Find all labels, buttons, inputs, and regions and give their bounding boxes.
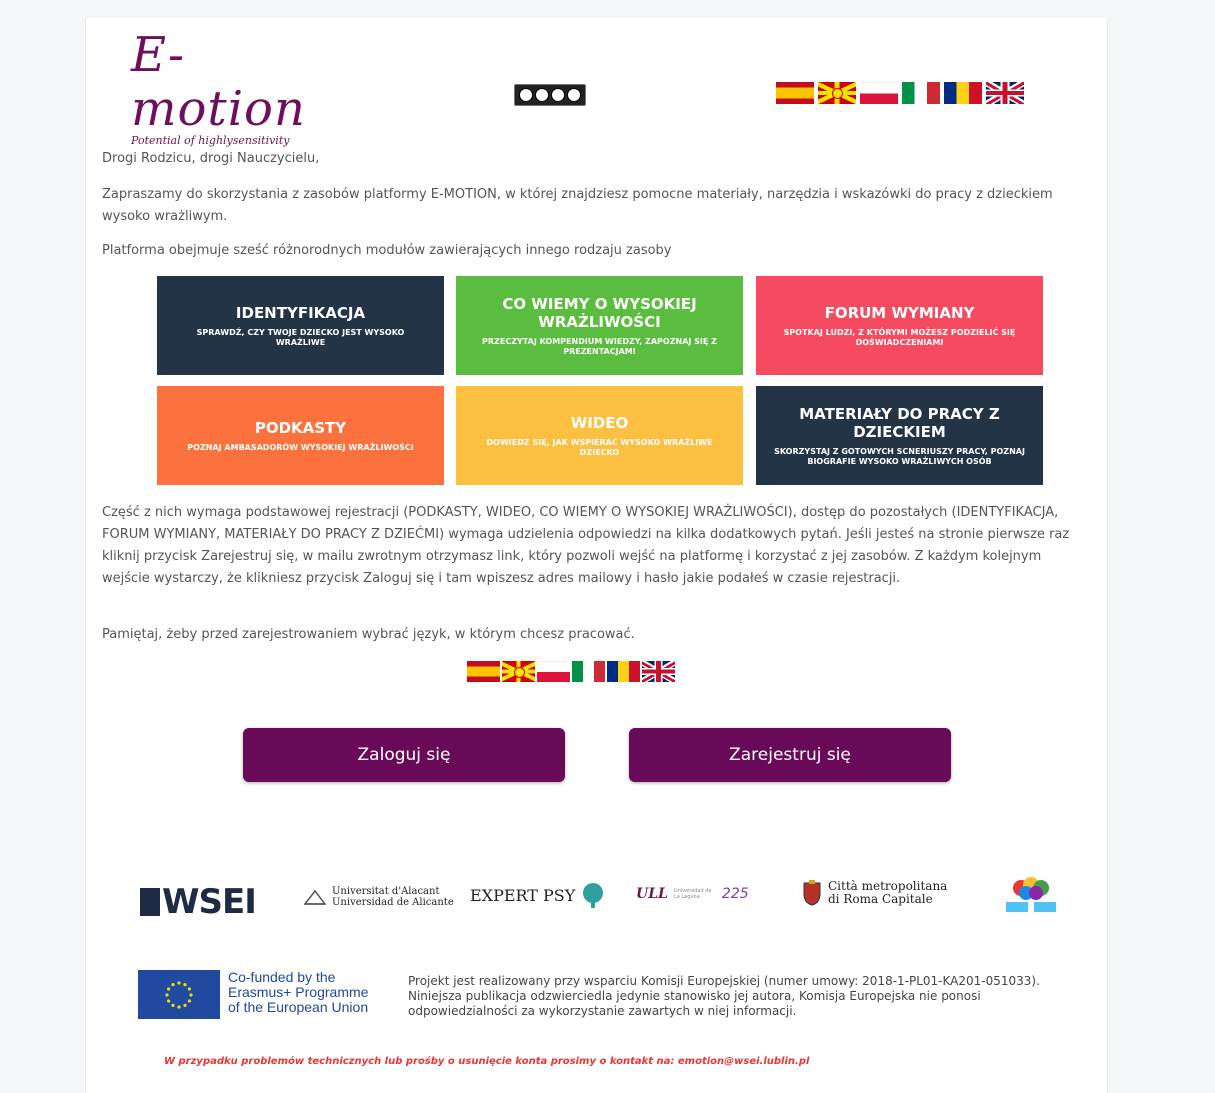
module-forum-wymiany[interactable]: FORUM WYMIANY SPOTKAJ LUDZI, Z KTÓRYMI M…: [756, 276, 1043, 375]
module-subtitle: POZNAJ AMBASADORÓW WYSOKIEJ WRAŻLIWOŚCI: [187, 442, 414, 452]
tree-icon: [583, 883, 604, 908]
italy-flag-icon[interactable]: [572, 661, 605, 682]
macedonia-flag-icon[interactable]: [818, 82, 856, 104]
eu-flag-icon: [138, 970, 220, 1019]
language-hint-text: Pamiętaj, żeby przed zarejestrowaniem wy…: [102, 627, 635, 642]
module-title: MATERIAŁY DO PRACY Z DZIECKIEM: [799, 404, 1000, 441]
modules-intro-text: Platforma obejmuje sześć różnorodnych mo…: [102, 243, 672, 258]
module-materialy[interactable]: MATERIAŁY DO PRACY Z DZIECKIEM SKORZYSTA…: [756, 386, 1043, 485]
alicante-emblem-icon: [304, 889, 326, 905]
register-button[interactable]: Zarejestruj się: [629, 728, 951, 782]
coat-of-arms-icon: [803, 880, 821, 906]
module-subtitle: SPOTKAJ LUDZI, Z KTÓRYMI MOŻESZ PODZIELI…: [783, 327, 1016, 347]
module-podkasty[interactable]: PODKASTY POZNAJ AMBASADORÓW WYSOKIEJ WRA…: [157, 386, 444, 485]
erasmus-logo-text: Co-funded by the Erasmus+ Programme of t…: [228, 969, 369, 1015]
module-co-wiemy[interactable]: CO WIEMY O WYSOKIEJ WRAŻLIWOŚCI PRZECZYT…: [456, 276, 743, 375]
module-title: CO WIEMY O WYSOKIEJ WRAŻLIWOŚCI: [502, 294, 697, 331]
alicante-logo: Universitat d'Alacant Universidad de Ali…: [304, 886, 454, 908]
poland-flag-icon[interactable]: [537, 661, 570, 682]
cc-license-badge[interactable]: [514, 84, 586, 106]
romania-flag-icon[interactable]: [607, 661, 640, 682]
module-subtitle: PRZECZYTAJ KOMPENDIUM WIEDZY, ZAPOZNAJ S…: [482, 336, 717, 356]
wsei-logo: WSEI: [140, 882, 257, 922]
module-subtitle: SPRAWDŹ, CZY TWOJE DZIECKO JEST WYSOKO W…: [196, 327, 405, 347]
nc-icon: [551, 88, 565, 102]
rainbow-people-icon: [1006, 877, 1056, 912]
wsei-emblem-icon: [140, 888, 160, 916]
module-title: IDENTYFIKACJA: [235, 303, 366, 322]
module-title: PODKASTY: [254, 418, 347, 437]
language-selector-top: [776, 82, 1024, 104]
romania-flag-icon[interactable]: [944, 82, 982, 104]
spain-flag-icon[interactable]: [776, 82, 814, 104]
login-button[interactable]: Zaloguj się: [243, 728, 565, 782]
by-icon: [535, 88, 549, 102]
italy-flag-icon[interactable]: [902, 82, 940, 104]
page-container: E-motion Potential of highlysensitivity …: [85, 18, 1108, 1093]
ull-logo: ULL Universidad de La Laguna 225: [636, 886, 749, 902]
spain-flag-icon[interactable]: [467, 661, 500, 682]
poland-flag-icon[interactable]: [860, 82, 898, 104]
language-selector-middle: [467, 661, 675, 682]
roma-capitale-logo: Città metropolitana di Roma Capitale: [802, 880, 947, 906]
registration-info-text: Część z nich wymaga podstawowej rejestra…: [102, 505, 1070, 586]
macedonia-flag-icon[interactable]: [502, 661, 535, 682]
module-subtitle: SKORZYSTAJ Z GOTOWYCH SCNERIUSZY PRACY, …: [774, 446, 1025, 466]
nd-icon: [567, 88, 581, 102]
module-wideo[interactable]: WIDEO DOWIEDZ SIĘ, JAK WSPIERAĆ WYSOKO W…: [456, 386, 743, 485]
bresia-spectrum-logo: [1004, 876, 1058, 914]
project-disclaimer: Projekt jest realizowany przy wsparciu K…: [408, 974, 1040, 1018]
uk-flag-icon[interactable]: [642, 661, 675, 682]
greeting-text: Drogi Rodzicu, drogi Nauczycielu,: [102, 151, 320, 166]
emotion-logo[interactable]: E-motion Potential of highlysensitivity: [131, 28, 331, 147]
anniversary-icon: 225: [721, 886, 749, 902]
module-identyfikacja[interactable]: IDENTYFIKACJA SPRAWDŹ, CZY TWOJE DZIECKO…: [157, 276, 444, 375]
logo-title: E-motion: [131, 27, 306, 137]
module-subtitle: DOWIEDZ SIĘ, JAK WSPIERAĆ WYSOKO WRAŻLIW…: [486, 437, 713, 457]
invitation-text: Zapraszamy do skorzystania z zasobów pla…: [102, 187, 1053, 224]
uk-flag-icon[interactable]: [986, 82, 1024, 104]
expert-psy-logo: EXPERT PSY: [470, 882, 607, 908]
contact-notice: W przypadku problemów technicznych lub p…: [164, 1056, 810, 1067]
module-title: FORUM WYMIANY: [824, 303, 975, 322]
module-title: WIDEO: [570, 413, 629, 432]
cc-icon: [519, 88, 533, 102]
